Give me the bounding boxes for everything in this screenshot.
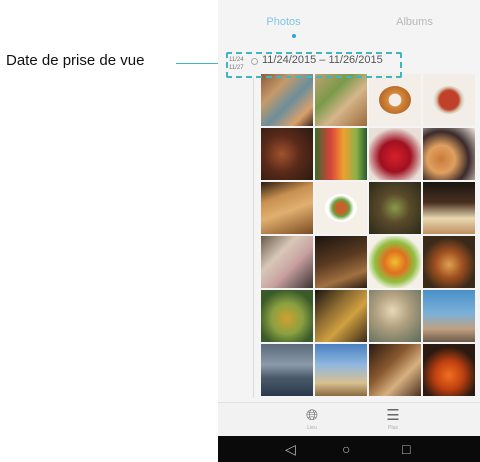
photo-thumbnail[interactable] <box>369 128 421 180</box>
timeline-node-icon <box>251 58 258 65</box>
timeline-rail <box>253 78 254 398</box>
tab-bar: Photos Albums <box>218 0 480 44</box>
photo-thumbnail[interactable] <box>261 290 313 342</box>
photo-thumbnail[interactable] <box>315 182 367 234</box>
timeline-date-marker: 11/24 11/27 <box>229 56 244 72</box>
photo-thumbnail[interactable] <box>315 128 367 180</box>
location-button[interactable]: 🌐︎ Lieu <box>292 407 332 431</box>
bottom-action-bar: 🌐︎ Lieu ☰ Plus <box>218 402 480 437</box>
photo-thumbnail[interactable] <box>369 182 421 234</box>
photo-thumbnail[interactable] <box>261 344 313 396</box>
photo-thumbnail[interactable] <box>369 74 421 126</box>
more-button[interactable]: ☰ Plus <box>373 407 413 431</box>
photo-thumbnail[interactable] <box>315 290 367 342</box>
photo-thumbnail[interactable] <box>423 182 475 234</box>
photo-grid <box>261 74 475 400</box>
tab-albums[interactable]: Albums <box>349 16 480 28</box>
tab-photos[interactable]: Photos <box>218 16 349 28</box>
photo-thumbnail[interactable] <box>315 74 367 126</box>
back-icon[interactable]: ◁ <box>285 440 296 458</box>
photo-thumbnail[interactable] <box>261 128 313 180</box>
location-label: Lieu <box>307 425 317 431</box>
photo-thumbnail[interactable] <box>423 344 475 396</box>
photo-thumbnail[interactable] <box>261 182 313 234</box>
photo-thumbnail[interactable] <box>369 236 421 288</box>
photo-thumbnail[interactable] <box>369 290 421 342</box>
photo-thumbnail[interactable] <box>423 290 475 342</box>
home-icon[interactable]: ○ <box>342 440 350 458</box>
photo-thumbnail[interactable] <box>261 74 313 126</box>
photo-thumbnail[interactable] <box>423 74 475 126</box>
capture-date-range: 11/24/2015 – 11/26/2015 <box>262 54 383 66</box>
photo-thumbnail[interactable] <box>315 236 367 288</box>
photo-date-callout-label: Date de prise de vue <box>6 52 145 69</box>
photo-thumbnail[interactable] <box>423 128 475 180</box>
marker-start-date: 11/24 <box>229 57 244 63</box>
active-tab-indicator <box>292 34 296 38</box>
photo-thumbnail[interactable] <box>423 236 475 288</box>
menu-icon: ☰ <box>386 407 400 424</box>
marker-end-date: 11/27 <box>229 65 244 71</box>
system-nav-bar: ◁ ○ □ <box>218 436 480 462</box>
photo-thumbnail[interactable] <box>369 344 421 396</box>
recent-apps-icon[interactable]: □ <box>402 440 410 458</box>
photo-thumbnail[interactable] <box>315 344 367 396</box>
globe-icon: 🌐︎ <box>305 407 318 424</box>
photo-thumbnail[interactable] <box>261 236 313 288</box>
more-label: Plus <box>388 425 398 431</box>
